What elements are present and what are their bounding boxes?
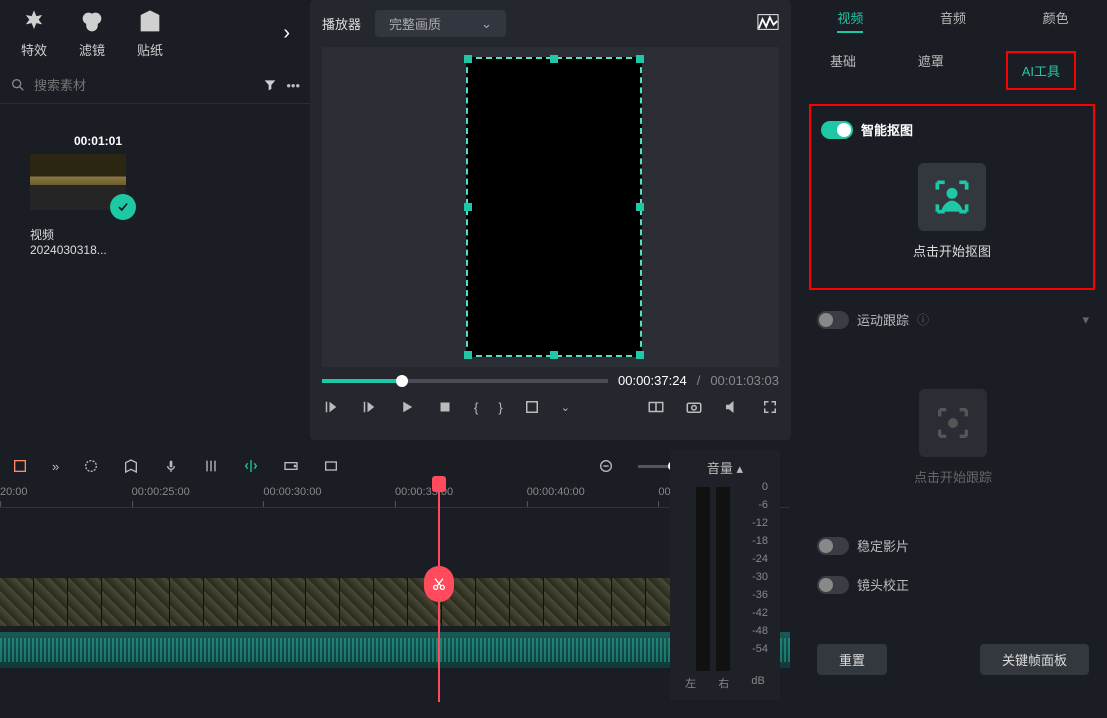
- quality-select[interactable]: 完整画质 ⌄: [375, 10, 506, 37]
- start-tracking-button[interactable]: [919, 389, 987, 457]
- mark-in-icon[interactable]: {: [474, 400, 478, 415]
- ruler-tick: 20:00: [0, 486, 132, 508]
- check-icon: [110, 194, 136, 220]
- vu-left-label: 左: [685, 675, 696, 691]
- smart-cutout-section: 智能抠图 点击开始抠图: [809, 104, 1095, 290]
- tab-audio[interactable]: 音频: [940, 8, 966, 33]
- start-cutout-button[interactable]: [918, 163, 986, 231]
- scissors-icon[interactable]: [424, 566, 454, 602]
- subtab-ai[interactable]: AI工具: [1006, 51, 1076, 90]
- split-icon[interactable]: [243, 458, 259, 474]
- crop-tool-icon[interactable]: [12, 458, 28, 474]
- filter-icon[interactable]: [262, 77, 278, 93]
- vu-scale: 0-6-12 -18-24-30 -36-42-48 -54: [752, 481, 776, 671]
- voiceover-icon[interactable]: [163, 458, 179, 474]
- marker-icon[interactable]: [123, 458, 139, 474]
- zoom-out-icon[interactable]: [598, 458, 614, 474]
- clip-thumbnail: [30, 154, 126, 210]
- fullscreen-icon[interactable]: [761, 398, 779, 416]
- time-sep: /: [697, 373, 701, 388]
- speed-icon[interactable]: [283, 458, 299, 474]
- smart-cutout-title: 智能抠图: [861, 120, 913, 139]
- vu-db-label: dB: [751, 675, 764, 691]
- vu-bar-left: [696, 487, 710, 671]
- clip-duration: 00:01:01: [74, 134, 122, 148]
- ruler-tick: 00:00:25:00: [132, 486, 264, 508]
- mark-out-icon[interactable]: }: [498, 400, 502, 415]
- effects-button[interactable]: 特效: [20, 8, 48, 59]
- time-current: 00:00:37:24: [618, 373, 687, 388]
- vu-bar-right: [716, 487, 730, 671]
- tab-video[interactable]: 视频: [837, 8, 863, 33]
- waveform-icon[interactable]: [757, 13, 779, 34]
- compare-icon[interactable]: [647, 398, 665, 416]
- filters-label: 滤镜: [79, 40, 105, 59]
- properties-panel: 视频 音频 颜色 基础 遮罩 AI工具 智能抠图 点击开始抠图 运动跟踪 ⓘ ▾: [799, 0, 1107, 440]
- lens-correction-toggle[interactable]: [817, 576, 849, 594]
- crop-icon[interactable]: [523, 398, 541, 416]
- effects-label: 特效: [21, 40, 47, 59]
- playhead[interactable]: [438, 482, 440, 702]
- stickers-button[interactable]: 贴纸: [136, 8, 164, 59]
- subtab-basic[interactable]: 基础: [830, 51, 856, 90]
- chevron-up-icon[interactable]: ▴: [737, 461, 744, 476]
- more-icon[interactable]: •••: [286, 78, 300, 93]
- motion-tracking-toggle[interactable]: [817, 311, 849, 329]
- keyframe-panel-button[interactable]: 关键帧面板: [980, 644, 1089, 675]
- start-tracking-label: 点击开始跟踪: [799, 467, 1107, 486]
- start-cutout-label: 点击开始抠图: [821, 241, 1083, 260]
- render-icon[interactable]: [83, 458, 99, 474]
- audio-adjust-icon[interactable]: [203, 458, 219, 474]
- help-icon[interactable]: ⓘ: [917, 311, 929, 328]
- snapshot-icon[interactable]: [685, 398, 703, 416]
- selection-box[interactable]: [466, 57, 642, 357]
- smart-cutout-toggle[interactable]: [821, 121, 853, 139]
- player-title: 播放器: [322, 14, 361, 33]
- next-frame-icon[interactable]: [360, 398, 378, 416]
- vu-title: 音量: [707, 461, 733, 476]
- ruler-tick: 00:00:30:00: [263, 486, 395, 508]
- chevron-down-icon[interactable]: ⌄: [561, 401, 570, 414]
- vu-right-label: 右: [718, 675, 729, 691]
- ruler-tick: 00:00:40:00: [527, 486, 659, 508]
- stickers-label: 贴纸: [137, 40, 163, 59]
- volume-icon[interactable]: [723, 398, 741, 416]
- expand-right-icon[interactable]: ›: [283, 22, 290, 45]
- tab-color[interactable]: 颜色: [1043, 8, 1069, 33]
- stabilize-label: 稳定影片: [857, 536, 909, 555]
- reset-button[interactable]: 重置: [817, 644, 887, 675]
- subtab-mask[interactable]: 遮罩: [918, 51, 944, 90]
- lens-correction-label: 镜头校正: [857, 575, 909, 594]
- time-total: 00:01:03:03: [710, 373, 779, 388]
- play-icon[interactable]: [398, 398, 416, 416]
- search-icon: [10, 77, 26, 93]
- motion-tracking-title: 运动跟踪: [857, 310, 909, 329]
- filters-button[interactable]: 滤镜: [78, 8, 106, 59]
- clip-label: 视频2024030318...: [30, 226, 126, 257]
- progress-slider[interactable]: [322, 379, 608, 383]
- expand-icon[interactable]: »: [52, 459, 59, 474]
- player-panel: 播放器 完整画质 ⌄ 00:00:37:24 / 00:01:03:03: [310, 0, 791, 440]
- media-panel: 特效 滤镜 贴纸 › ••• 00:01:01: [0, 0, 310, 440]
- stop-icon[interactable]: [436, 398, 454, 416]
- stabilize-toggle[interactable]: [817, 537, 849, 555]
- media-clip[interactable]: 00:01:01 视频2024030318...: [30, 154, 126, 257]
- chevron-down-icon[interactable]: ▾: [1082, 312, 1089, 328]
- quality-value: 完整画质: [389, 14, 441, 33]
- vu-meter-panel: 音量 ▴ 0-6-12 -18-24-30 -36-42-48 -54 左 右 …: [670, 450, 780, 700]
- player-canvas[interactable]: [322, 47, 779, 367]
- ruler-tick: 00:00:35:00: [395, 486, 527, 508]
- screenshot-icon[interactable]: [323, 458, 339, 474]
- search-input[interactable]: [34, 78, 254, 93]
- chevron-down-icon: ⌄: [481, 16, 492, 32]
- prev-frame-icon[interactable]: [322, 398, 340, 416]
